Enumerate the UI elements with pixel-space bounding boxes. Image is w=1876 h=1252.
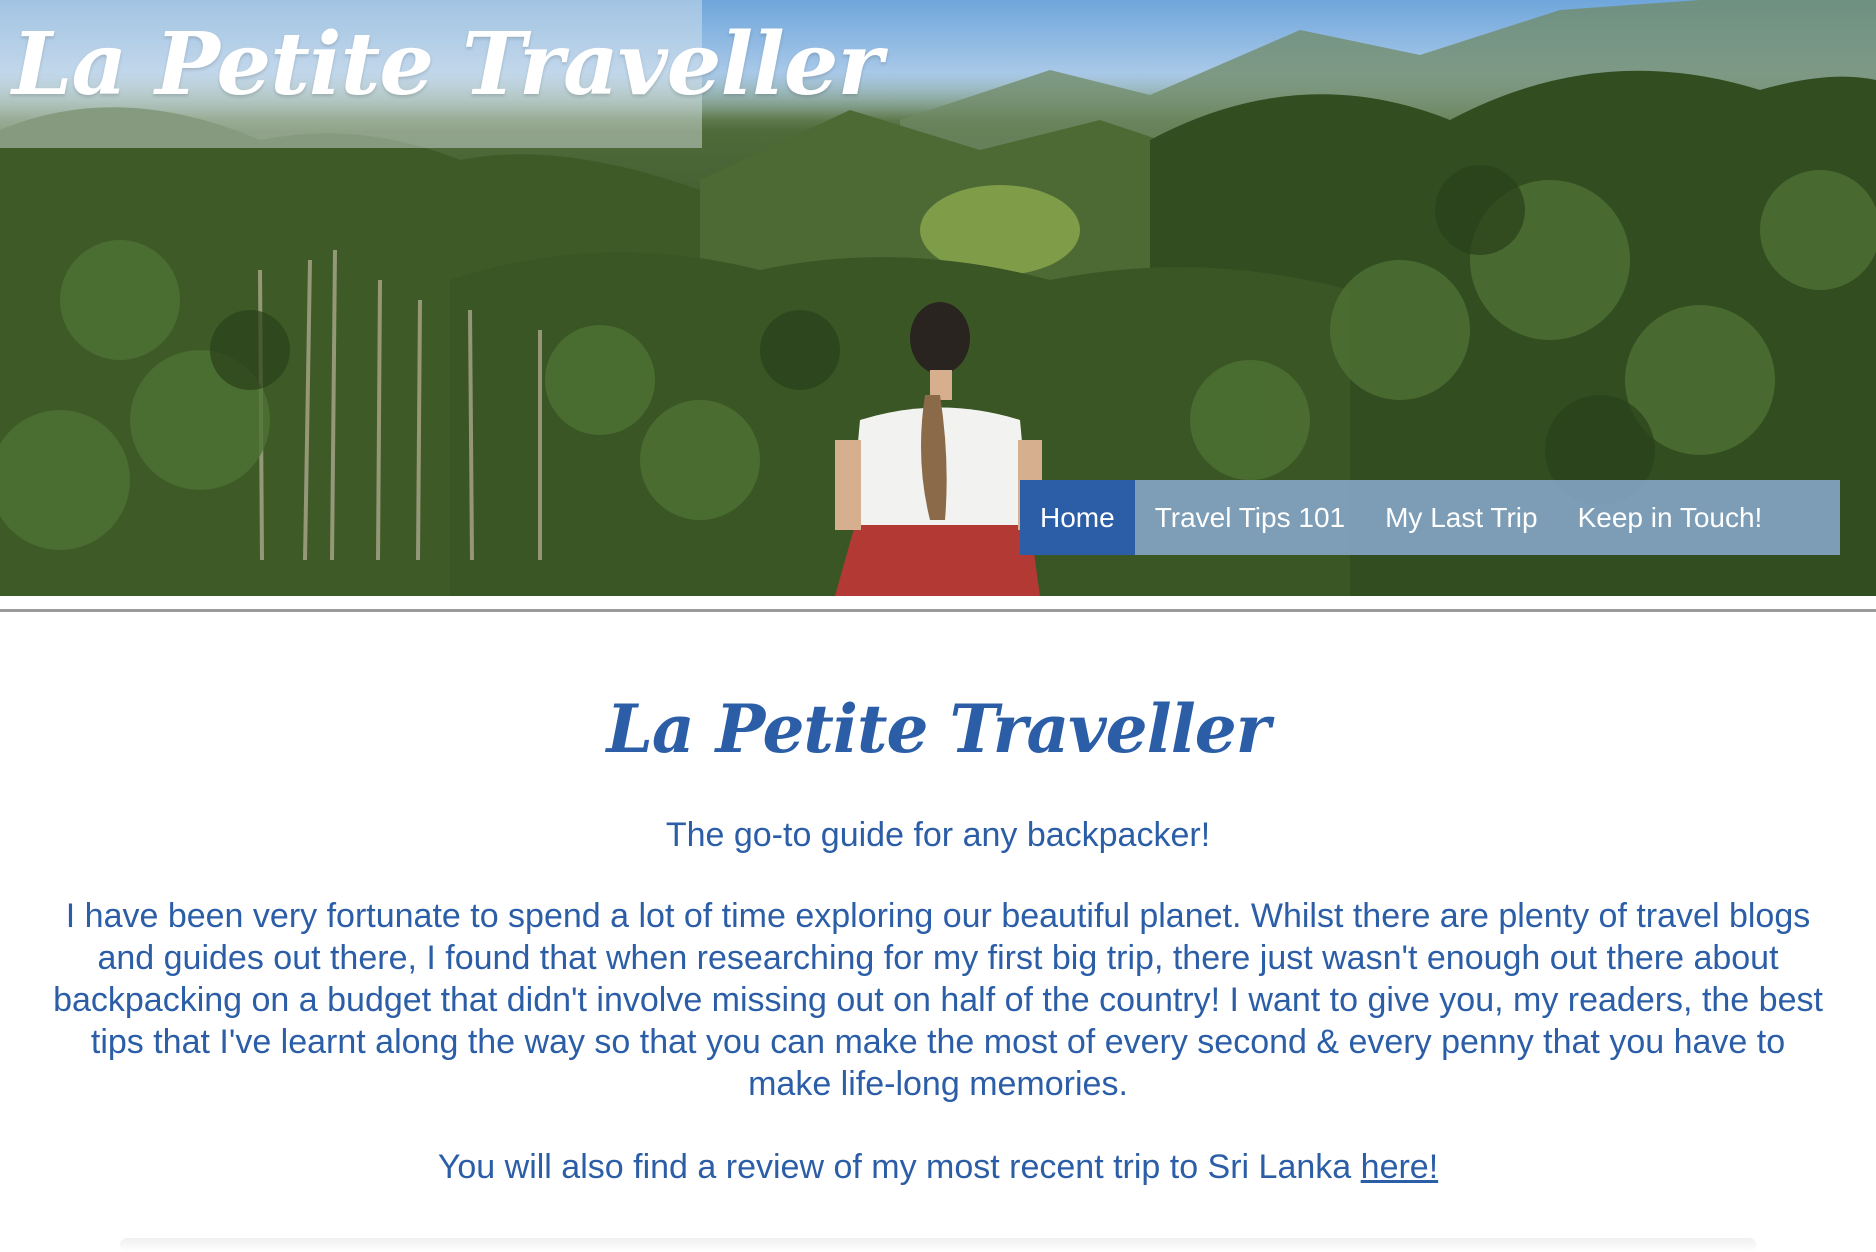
page-title: La Petite Traveller [606, 690, 1270, 768]
recent-trip-link[interactable]: here! [1361, 1148, 1439, 1186]
site-logo[interactable]: La Petite Traveller [12, 14, 883, 115]
tagline: The go-to guide for any backpacker! [665, 816, 1211, 854]
nav-item-travel-tips[interactable]: Travel Tips 101 [1135, 480, 1365, 555]
nav-item-home[interactable]: Home [1020, 480, 1135, 555]
hero-banner: La Petite Traveller Home Travel Tips 101… [0, 0, 1876, 596]
main-nav: Home Travel Tips 101 My Last Trip Keep i… [1020, 480, 1840, 555]
section-shadow [120, 1238, 1756, 1252]
nav-item-keep-in-touch[interactable]: Keep in Touch! [1558, 480, 1783, 555]
recent-trip-line: You will also find a review of my most r… [0, 1148, 1876, 1187]
intro-paragraph: I have been very fortunate to spend a lo… [53, 897, 1823, 1103]
nav-item-last-trip[interactable]: My Last Trip [1365, 480, 1557, 555]
header-divider [0, 609, 1876, 612]
recent-trip-text: You will also find a review of my most r… [437, 1148, 1361, 1186]
